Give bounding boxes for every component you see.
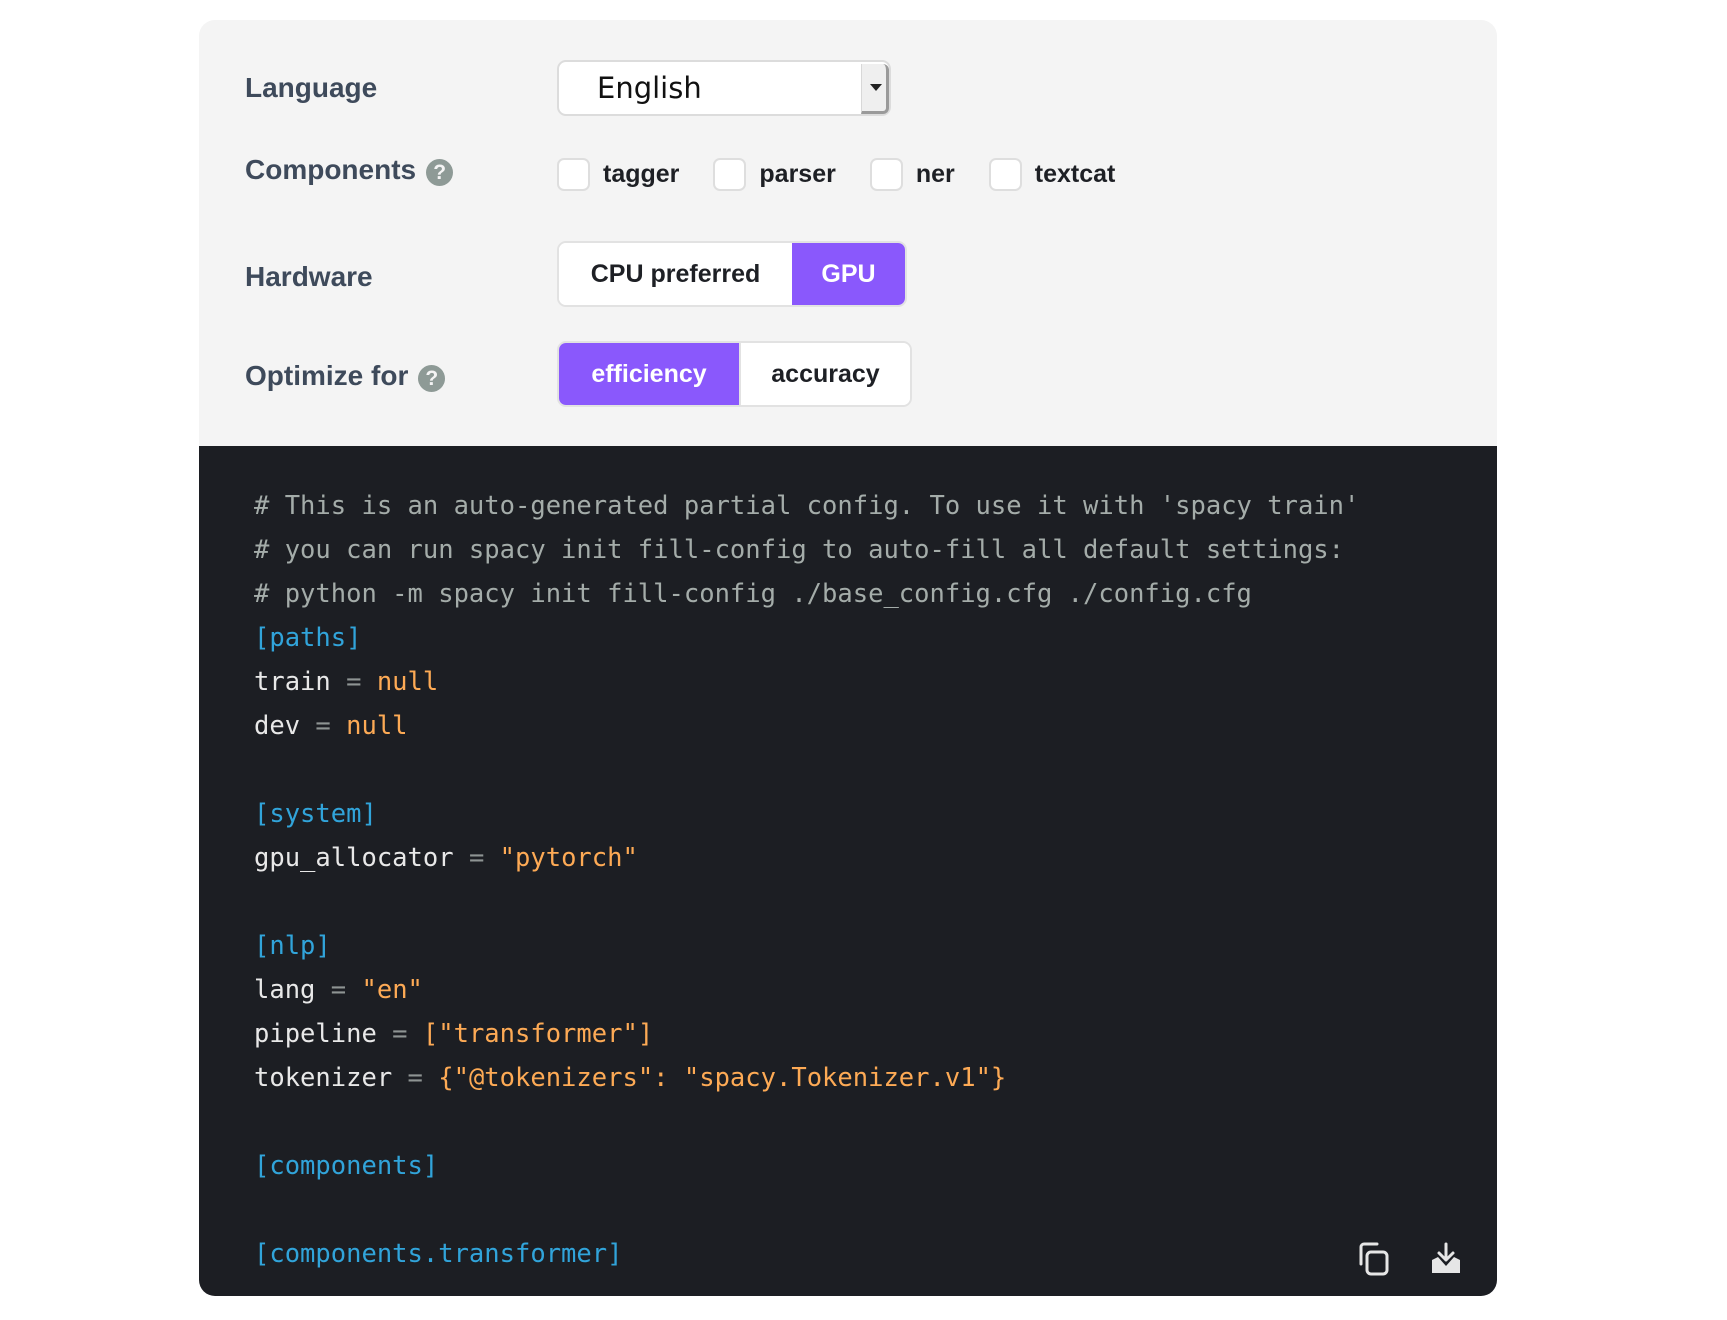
language-select-value: English — [597, 71, 702, 105]
code-line: [paths] — [254, 616, 1359, 660]
cpu-preferred-button[interactable]: CPU preferred — [559, 243, 792, 305]
config-code-block: # This is an auto-generated partial conf… — [199, 446, 1497, 1296]
code-token-op: = — [392, 1063, 439, 1093]
code-token-section: [system] — [254, 799, 377, 829]
code-line: # you can run spacy init fill-config to … — [254, 528, 1359, 572]
code-line: gpu_allocator = "pytorch" — [254, 836, 1359, 880]
code-line: # python -m spacy init fill-config ./bas… — [254, 572, 1359, 616]
code-token-op: = — [315, 975, 362, 1005]
language-label: Language — [245, 72, 378, 103]
question-circle-icon[interactable]: ? — [418, 364, 446, 392]
code-token-section: [nlp] — [254, 931, 331, 961]
config-code: # This is an auto-generated partial conf… — [254, 484, 1359, 1276]
code-token-val: null — [376, 667, 439, 697]
code-token-op: = — [376, 1019, 423, 1049]
code-line: pipeline = ["transformer"] — [254, 1012, 1359, 1056]
code-actions — [1355, 1240, 1465, 1278]
hardware-toggle: CPU preferred GPU — [557, 241, 907, 307]
settings-panel: Language English Components ? tagger par… — [199, 20, 1497, 446]
code-line: [system] — [254, 792, 1359, 836]
code-token-section: [components.transformer] — [254, 1239, 623, 1269]
code-token-op: = — [453, 843, 500, 873]
chevron-down-icon[interactable] — [861, 64, 889, 114]
components-checkboxes: tagger parser ner textcat — [557, 158, 1149, 191]
code-line: train = null — [254, 660, 1359, 704]
download-icon[interactable] — [1427, 1240, 1465, 1278]
copy-icon[interactable] — [1355, 1240, 1393, 1278]
quickstart-widget: Language English Components ? tagger par… — [199, 20, 1497, 1296]
code-token-key: tokenizer — [254, 1063, 393, 1093]
code-token-key: lang — [254, 975, 316, 1005]
checkbox-box[interactable] — [869, 158, 903, 191]
code-token-val: {"@tokenizers": "spacy.Tokenizer.v1"} — [438, 1063, 1007, 1093]
code-token-comment: # you can run spacy init fill-config to … — [254, 535, 1345, 565]
code-token-op: = — [330, 667, 377, 697]
code-token-key: pipeline — [254, 1019, 377, 1049]
code-token-key: gpu_allocator — [254, 843, 454, 873]
code-token-comment: # This is an auto-generated partial conf… — [254, 491, 1360, 521]
code-token-val: "pytorch" — [499, 843, 638, 873]
code-line: [components] — [254, 1144, 1359, 1188]
code-token-val: null — [346, 711, 408, 741]
optimize-toggle: efficiency accuracy — [557, 341, 912, 407]
language-select[interactable]: English — [557, 60, 891, 116]
code-line: [components.transformer] — [254, 1232, 1359, 1276]
code-token-key: dev — [254, 711, 301, 741]
code-token-comment: # python -m spacy init fill-config ./bas… — [254, 579, 1252, 609]
question-circle-icon[interactable]: ? — [426, 158, 454, 186]
code-line: [nlp] — [254, 924, 1359, 968]
checkbox-textcat[interactable]: textcat — [988, 158, 1115, 191]
hardware-label: Hardware — [245, 261, 373, 292]
accuracy-button[interactable]: accuracy — [739, 343, 910, 405]
checkbox-ner[interactable]: ner — [869, 158, 955, 191]
code-token-key: train — [254, 667, 331, 697]
code-token-val: ["transformer"] — [422, 1019, 654, 1049]
code-line: tokenizer = {"@tokenizers": "spacy.Token… — [254, 1056, 1359, 1100]
code-token-op: = — [300, 711, 347, 741]
efficiency-button[interactable]: efficiency — [559, 343, 739, 405]
code-line: dev = null — [254, 704, 1359, 748]
optimize-label: Optimize for ? — [245, 360, 446, 392]
checkbox-tagger[interactable]: tagger — [557, 158, 679, 191]
checkbox-box[interactable] — [988, 158, 1022, 191]
checkbox-box[interactable] — [713, 158, 747, 191]
code-line: lang = "en" — [254, 968, 1359, 1012]
checkbox-parser[interactable]: parser — [713, 158, 836, 191]
code-line: # This is an auto-generated partial conf… — [254, 484, 1359, 528]
code-token-val: "en" — [361, 975, 423, 1005]
code-token-section: [components] — [254, 1151, 439, 1181]
components-label: Components ? — [245, 154, 454, 186]
code-token-section: [paths] — [254, 623, 362, 653]
gpu-button[interactable]: GPU — [792, 243, 905, 305]
checkbox-box[interactable] — [557, 158, 590, 191]
